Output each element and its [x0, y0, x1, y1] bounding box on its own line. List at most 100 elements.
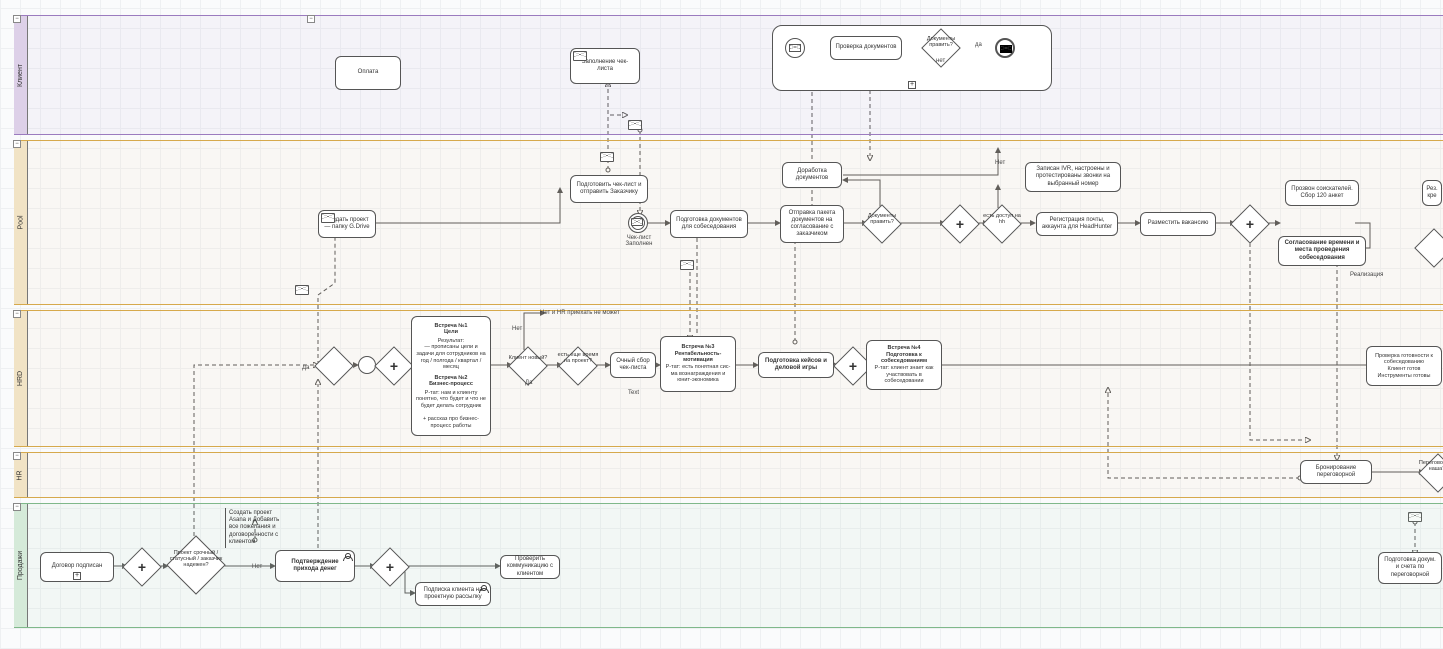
- task-readiness[interactable]: Проверка готовности к собеседованию Клие…: [1366, 346, 1442, 386]
- lane-toggle-pool[interactable]: −: [13, 140, 21, 148]
- gateway-label-hh: есть доступ на hh: [982, 213, 1022, 225]
- label-client-new: Клиент новый?: [508, 355, 548, 361]
- task-res[interactable]: Рез. кре: [1422, 180, 1442, 206]
- label: Бронирование переговорной: [1305, 465, 1367, 479]
- task-send-package[interactable]: Отправка пакета документов на согласован…: [780, 205, 844, 243]
- label: Проверка документов: [836, 44, 897, 51]
- event-checklist[interactable]: [628, 213, 648, 233]
- flow-label-da2: Да: [525, 380, 532, 386]
- meet3-body: Р-тат: есть понятная сис-ма вознагражден…: [665, 364, 731, 384]
- flow-label-net: Нет: [995, 160, 1005, 166]
- task-meeting-3[interactable]: Встреча №3 Рентабельность-мотивация Р-та…: [660, 336, 736, 392]
- task-post-vacancy[interactable]: Разместить вакансию: [1140, 212, 1216, 236]
- lane-header-client[interactable]: Клиент: [14, 16, 28, 134]
- label: Доработка документов: [787, 168, 837, 182]
- meet1-body: Результат: — прописаны цели и задачи для…: [416, 338, 486, 371]
- task-agree-time[interactable]: Согласование времени и места проведения …: [1278, 236, 1366, 266]
- label-enough-time: есть еще время на проект?: [555, 352, 601, 364]
- lane-label-client: Клиент: [17, 63, 24, 86]
- meet2-body: Р-тат: нам и клиенту понятно, что будет …: [416, 390, 486, 430]
- lane-toggle-client[interactable]: −: [13, 15, 21, 23]
- task-prep-cases[interactable]: Подготовка кейсов и деловой игры: [758, 352, 834, 378]
- pool-toggle-client[interactable]: −: [307, 15, 315, 23]
- label: Оплата: [358, 69, 379, 76]
- task-book-room[interactable]: Бронирование переговорной: [1300, 460, 1372, 484]
- gateway-label-pool-docs: Документы править?: [861, 213, 903, 225]
- message-icon: [600, 152, 614, 162]
- envelope-icon: [1000, 45, 1012, 53]
- lane-toggle-hr[interactable]: −: [13, 452, 21, 460]
- label-room-ours: Переговорная наша?: [1415, 460, 1443, 472]
- plus-icon: +: [377, 554, 403, 580]
- task-subscribe[interactable]: Подписка клиента на проектную рассылку: [415, 582, 491, 606]
- task-collect-checklist[interactable]: Очный сбор чек-листа: [610, 352, 656, 378]
- label: Подготовка докум. и счета по переговорно…: [1383, 557, 1437, 579]
- flow-label-realization: Реализация: [1350, 272, 1383, 278]
- label: Договор подписан: [52, 563, 103, 570]
- flow-label-yes: да: [975, 42, 982, 48]
- task-contract[interactable]: Договор подписан +: [40, 552, 114, 582]
- plus-icon: +: [1237, 211, 1263, 237]
- label: Подготовка кейсов и деловой игры: [763, 358, 829, 372]
- task-phone-applicants[interactable]: Прозвон соискателей. Сбор 120 анкет: [1285, 180, 1359, 206]
- lane-client: Клиент −: [14, 15, 1443, 135]
- label: Очный сбор чек-листа: [615, 358, 651, 372]
- flow-label-da: Да: [302, 365, 309, 371]
- plus-icon: +: [129, 554, 155, 580]
- task-check-docs[interactable]: Проверка документов: [830, 36, 902, 60]
- start-event-msg[interactable]: [785, 38, 805, 58]
- lane-toggle-sales[interactable]: −: [13, 503, 21, 511]
- task-meetings-1-2[interactable]: Встреча №1 Цели Результат: — прописаны ц…: [411, 316, 491, 436]
- lane-header-sales[interactable]: Продажи: [14, 504, 28, 627]
- meet4-title: Встреча №4 Подготовка к собеседованиям: [871, 345, 937, 365]
- task-prep-invoice[interactable]: Подготовка докум. и счета по переговорно…: [1378, 552, 1442, 584]
- label: Отправка пакета документов на согласован…: [785, 210, 839, 239]
- lane-label-hr: HR: [17, 470, 24, 480]
- user-icon: [343, 553, 351, 561]
- task-meeting-4[interactable]: Встреча №4 Подготовка к собеседованиям Р…: [866, 340, 942, 390]
- subprocess-client-docs[interactable]: +: [772, 25, 1052, 91]
- task-rework-docs[interactable]: Доработка документов: [782, 162, 842, 188]
- user-icon: [479, 585, 487, 593]
- meet4-body: Р-тат: клиент знает как участвовать в со…: [871, 365, 937, 385]
- lane-hr: HR −: [14, 452, 1443, 498]
- lane-header-hrd[interactable]: HRD: [14, 311, 28, 446]
- bpmn-canvas[interactable]: Клиент − − Оплата Заполнение чек-листа +…: [0, 0, 1443, 649]
- meet2-title: Встреча №2 Бизнес-процесс: [429, 375, 473, 388]
- flow-label-net-hr: Нет и HR приехать не может: [540, 310, 650, 316]
- lane-label-pool: Pool: [17, 215, 24, 229]
- lane-toggle-hrd[interactable]: −: [13, 310, 21, 318]
- end-event-msg[interactable]: [995, 38, 1015, 58]
- label: Записан IVR, настроены и протестированы …: [1030, 166, 1116, 188]
- plus-icon: +: [947, 211, 973, 237]
- event-label: Чек-лист Заполнен: [620, 235, 658, 247]
- subprocess-marker-icon: +: [908, 81, 916, 89]
- task-fill-checklist[interactable]: Заполнение чек-листа: [570, 48, 640, 84]
- message-icon: [295, 285, 309, 295]
- subprocess-marker-icon: +: [73, 572, 81, 580]
- task-check-comm[interactable]: Проверить коммуникацию с клиентом: [500, 555, 560, 579]
- gateway-label-client: Документы править?: [920, 36, 962, 48]
- label: Проверка готовности к собеседованию Клие…: [1371, 353, 1437, 379]
- label: Рез. кре: [1426, 186, 1437, 200]
- label: Согласование времени и места проведения …: [1283, 240, 1361, 262]
- label: Прозвон соискателей. Сбор 120 анкет: [1290, 186, 1354, 200]
- task-prep-docs[interactable]: Подготовка документов для собеседования: [670, 210, 748, 238]
- label: Разместить вакансию: [1148, 220, 1209, 227]
- message-icon: [680, 260, 694, 270]
- task-prepare-checklist[interactable]: Подготовить чек-лист и отправить Заказчи…: [570, 175, 648, 203]
- plus-icon: +: [840, 353, 866, 379]
- annotation-text: Text: [628, 390, 639, 396]
- task-create-project[interactable]: Создать проект — папку G.Drive: [318, 210, 376, 238]
- task-reg-mail[interactable]: Регистрация почты, аккаунта для HeadHunt…: [1036, 212, 1118, 236]
- label: Подтверждение прихода денег: [280, 559, 350, 573]
- meet1-title: Встреча №1 Цели: [435, 323, 468, 336]
- task-payment[interactable]: Оплата: [335, 56, 401, 90]
- task-ivr[interactable]: Записан IVR, настроены и протестированы …: [1025, 162, 1121, 192]
- label: Подготовка документов для собеседования: [675, 217, 743, 231]
- lane-header-pool[interactable]: Pool: [14, 141, 28, 304]
- message-icon: [573, 51, 587, 61]
- label: Проверить коммуникацию с клиентом: [505, 556, 555, 578]
- flow-label-net-sales: Нет: [252, 564, 262, 570]
- task-confirm-money[interactable]: Подтверждение прихода денег: [275, 550, 355, 582]
